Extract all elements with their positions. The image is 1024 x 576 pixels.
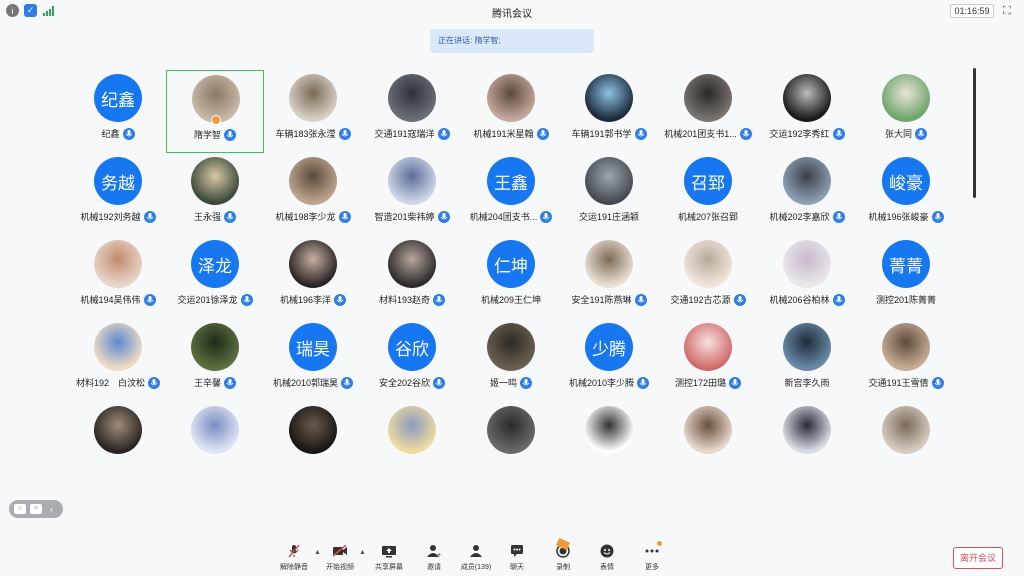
- leave-meeting-button[interactable]: 离开会议: [953, 547, 1003, 569]
- start-video-button[interactable]: 开始视频: [320, 544, 360, 572]
- notification-dot: [657, 541, 662, 546]
- avatar: [289, 406, 337, 454]
- members-label: 成员(139): [460, 564, 492, 571]
- avatar: [882, 406, 930, 454]
- invite-button[interactable]: + 邀请: [414, 544, 454, 572]
- smile-icon: ☺: [14, 504, 26, 514]
- record-button[interactable]: 录制: [543, 537, 583, 572]
- participant-tile[interactable]: [462, 402, 560, 485]
- participant-tile[interactable]: [758, 402, 856, 485]
- unmute-button[interactable]: 解除静音: [274, 544, 314, 572]
- avatar: [191, 406, 239, 454]
- more-button[interactable]: 更多: [632, 541, 672, 572]
- members-icon: [468, 544, 484, 558]
- avatar: [585, 406, 633, 454]
- more-dots-icon: [644, 541, 662, 558]
- avatar: [487, 406, 535, 454]
- muted-mic-icon: [286, 544, 302, 558]
- unmute-label: 解除静音: [280, 564, 308, 571]
- chat-toggle-pill[interactable]: ☺ ≡ ‹: [9, 500, 63, 518]
- participant-tile[interactable]: [363, 402, 461, 485]
- bottom-toolbar: 解除静音 ▲ 开始视频 ▲ 共享屏幕 + 邀请 成员(139) 聊天 录制 表情…: [0, 537, 1024, 576]
- participant-tile[interactable]: [166, 402, 264, 485]
- smile-face-icon: [599, 544, 615, 558]
- chat-icon: [509, 544, 525, 558]
- video-off-icon: [332, 544, 348, 558]
- participant-tile[interactable]: [857, 402, 955, 485]
- share-screen-label: 共享屏幕: [375, 564, 403, 571]
- participant-grid-partial-row: [0, 0, 1024, 470]
- record-label: 录制: [556, 564, 570, 571]
- share-screen-button[interactable]: 共享屏幕: [369, 544, 409, 572]
- avatar: [388, 406, 436, 454]
- reactions-button[interactable]: 表情: [587, 544, 627, 572]
- avatar: [94, 406, 142, 454]
- avatar: [684, 406, 732, 454]
- svg-text:+: +: [437, 552, 441, 558]
- participant-tile[interactable]: [69, 402, 167, 485]
- avatar: [783, 406, 831, 454]
- participant-tile[interactable]: [264, 402, 362, 485]
- chat-bubble-icon: ≡: [30, 504, 42, 514]
- participant-tile[interactable]: [659, 402, 757, 485]
- reactions-label: 表情: [600, 564, 614, 571]
- grid-scrollbar[interactable]: [973, 68, 976, 198]
- share-screen-icon: [381, 544, 397, 558]
- members-button[interactable]: 成员(139): [456, 544, 496, 572]
- video-options-caret-icon[interactable]: ▲: [359, 549, 366, 556]
- record-icon: [555, 537, 571, 558]
- chevron-left-icon: ‹: [50, 504, 53, 514]
- chat-button[interactable]: 聊天: [497, 544, 537, 572]
- participant-tile[interactable]: [560, 402, 658, 485]
- more-label: 更多: [645, 564, 659, 571]
- invite-user-icon: +: [426, 544, 442, 558]
- invite-label: 邀请: [427, 564, 441, 571]
- chat-label: 聊天: [510, 564, 524, 571]
- start-video-label: 开始视频: [326, 564, 354, 571]
